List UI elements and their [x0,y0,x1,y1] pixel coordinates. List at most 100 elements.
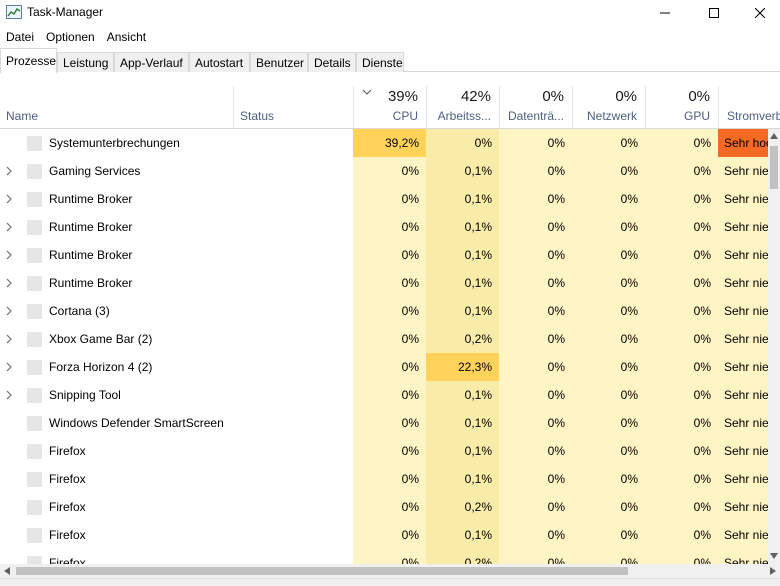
memory-cell: 0,2% [426,493,499,521]
vertical-scroll-thumb[interactable] [770,146,778,189]
scroll-up-icon[interactable] [770,133,778,139]
tab-details[interactable]: Details [308,52,356,72]
process-row[interactable]: Runtime Broker0%0,1%0%0%0%Sehr niedrig [0,269,768,297]
expand-chevron-icon[interactable] [6,250,12,260]
gpu-cell: 0% [645,185,718,213]
cpu-cell: 0% [353,465,426,493]
cpu-cell: 0% [353,213,426,241]
tab-leistung[interactable]: Leistung [57,52,114,72]
process-row[interactable]: Gaming Services0%0,1%0%0%0%Sehr niedrig [0,157,768,185]
process-icon [27,248,42,263]
expand-chevron-icon[interactable] [6,306,12,316]
process-row[interactable]: Snipping Tool0%0,1%0%0%0%Sehr niedrig [0,381,768,409]
process-row[interactable]: Firefox0%0,2%0%0%0%Sehr niedrig [0,493,768,521]
power-usage-cell: Sehr niedrig [718,521,768,549]
memory-cell: 0,1% [426,185,499,213]
process-row[interactable]: Runtime Broker0%0,1%0%0%0%Sehr niedrig [0,213,768,241]
scroll-right-icon[interactable] [770,567,776,575]
header-memory-percent: 42% [460,88,491,105]
expand-chevron-icon[interactable] [6,390,12,400]
header-network[interactable]: 0% Netzwerk [572,86,645,128]
process-row[interactable]: Runtime Broker0%0,1%0%0%0%Sehr niedrig [0,185,768,213]
memory-cell: 22,3% [426,353,499,381]
process-row[interactable]: Runtime Broker0%0,1%0%0%0%Sehr niedrig [0,241,768,269]
expand-chevron-icon[interactable] [6,334,12,344]
expand-chevron-icon[interactable] [6,222,12,232]
expand-chevron-icon[interactable] [6,166,12,176]
memory-cell: 0,1% [426,241,499,269]
process-name: Systemunterbrechungen [49,136,180,150]
memory-cell: 0,1% [426,465,499,493]
menu-ansicht[interactable]: Ansicht [101,26,152,46]
window-title: Task-Manager [27,5,104,19]
header-cpu[interactable]: 39% CPU [353,86,426,128]
cpu-cell: 0% [353,297,426,325]
tab-prozesse[interactable]: Prozesse [0,48,57,73]
scroll-down-icon[interactable] [770,553,778,559]
network-cell: 0% [572,493,645,521]
cpu-cell: 0% [353,381,426,409]
process-name: Runtime Broker [49,276,133,290]
gpu-cell: 0% [645,241,718,269]
minimize-button[interactable] [642,0,688,26]
header-disk-label: Datenträ... [507,109,564,123]
process-row[interactable]: Firefox0%0,1%0%0%0%Sehr niedrig [0,521,768,549]
process-list: Systemunterbrechungen 39,2% 0% 0% 0% 0% Sehr h… [0,129,768,564]
process-icon [27,528,42,543]
cpu-cell: 0% [353,269,426,297]
process-row[interactable]: Windows Defender SmartScreen 0% 0,1% 0% 0% 0%… [0,409,768,437]
header-disk[interactable]: 0% Datenträ... [499,86,572,128]
process-row[interactable]: Systemunterbrechungen 39,2% 0% 0% 0% 0% Sehr h… [0,129,768,157]
maximize-icon [709,8,719,18]
disk-cell: 0% [499,493,572,521]
power-usage-cell: Sehr niedrig [718,213,768,241]
process-row[interactable]: Firefox0%0,1%0%0%0%Sehr niedrig [0,437,768,465]
disk-cell: 0% [499,437,572,465]
header-name[interactable]: Name [0,86,233,128]
tab-app-verlauf[interactable]: App-Verlauf [114,52,189,72]
menu-datei[interactable]: Datei [0,26,40,46]
window-bottom-edge [0,578,780,586]
header-status[interactable]: Status [233,86,353,128]
expand-chevron-icon[interactable] [6,362,12,372]
disk-cell: 0% [499,157,572,185]
process-row[interactable]: Firefox0%0,2%0%0%0%Sehr niedrig [0,549,768,564]
header-memory[interactable]: 42% Arbeitss... [426,86,499,128]
power-usage-cell: Sehr niedrig [718,325,768,353]
scroll-left-icon[interactable] [4,567,10,575]
process-row[interactable]: Firefox0%0,1%0%0%0%Sehr niedrig [0,465,768,493]
process-name: Firefox [49,444,86,458]
network-cell: 0% [572,185,645,213]
horizontal-scrollbar[interactable] [0,564,780,578]
header-gpu[interactable]: 0% GPU [645,86,718,128]
close-button[interactable] [737,0,780,26]
gpu-cell: 0% [645,437,718,465]
tab-dienste[interactable]: Dienste [356,52,404,72]
network-cell: 0% [572,549,645,564]
process-icon [27,472,42,487]
vertical-scrollbar[interactable] [768,129,780,564]
horizontal-scroll-thumb[interactable] [16,567,628,575]
memory-cell: 0% [426,129,499,157]
network-cell: 0% [572,521,645,549]
menu-optionen[interactable]: Optionen [40,26,101,46]
process-name: Firefox [49,500,86,514]
header-power[interactable]: Stromverb [718,86,780,128]
process-row[interactable]: Forza Horizon 4 (2) 0% 22,3% 0% 0% 0% Sehr nie… [0,353,768,381]
process-row[interactable]: Cortana (3)0%0,1%0%0%0%Sehr niedrig [0,297,768,325]
maximize-button[interactable] [691,0,737,26]
process-icon [27,304,42,319]
expand-chevron-icon[interactable] [6,194,12,204]
gpu-cell: 0% [645,325,718,353]
memory-cell: 0,1% [426,381,499,409]
network-cell: 0% [572,157,645,185]
tab-autostart[interactable]: Autostart [189,52,250,72]
tab-benutzer[interactable]: Benutzer [250,52,308,72]
expand-chevron-icon[interactable] [6,278,12,288]
process-row[interactable]: Xbox Game Bar (2)0%0,2%0%0%0%Sehr niedri… [0,325,768,353]
memory-cell: 0,1% [426,521,499,549]
disk-cell: 0% [499,269,572,297]
process-icon [27,164,42,179]
power-usage-cell: Sehr niedrig [718,409,768,437]
network-cell: 0% [572,437,645,465]
